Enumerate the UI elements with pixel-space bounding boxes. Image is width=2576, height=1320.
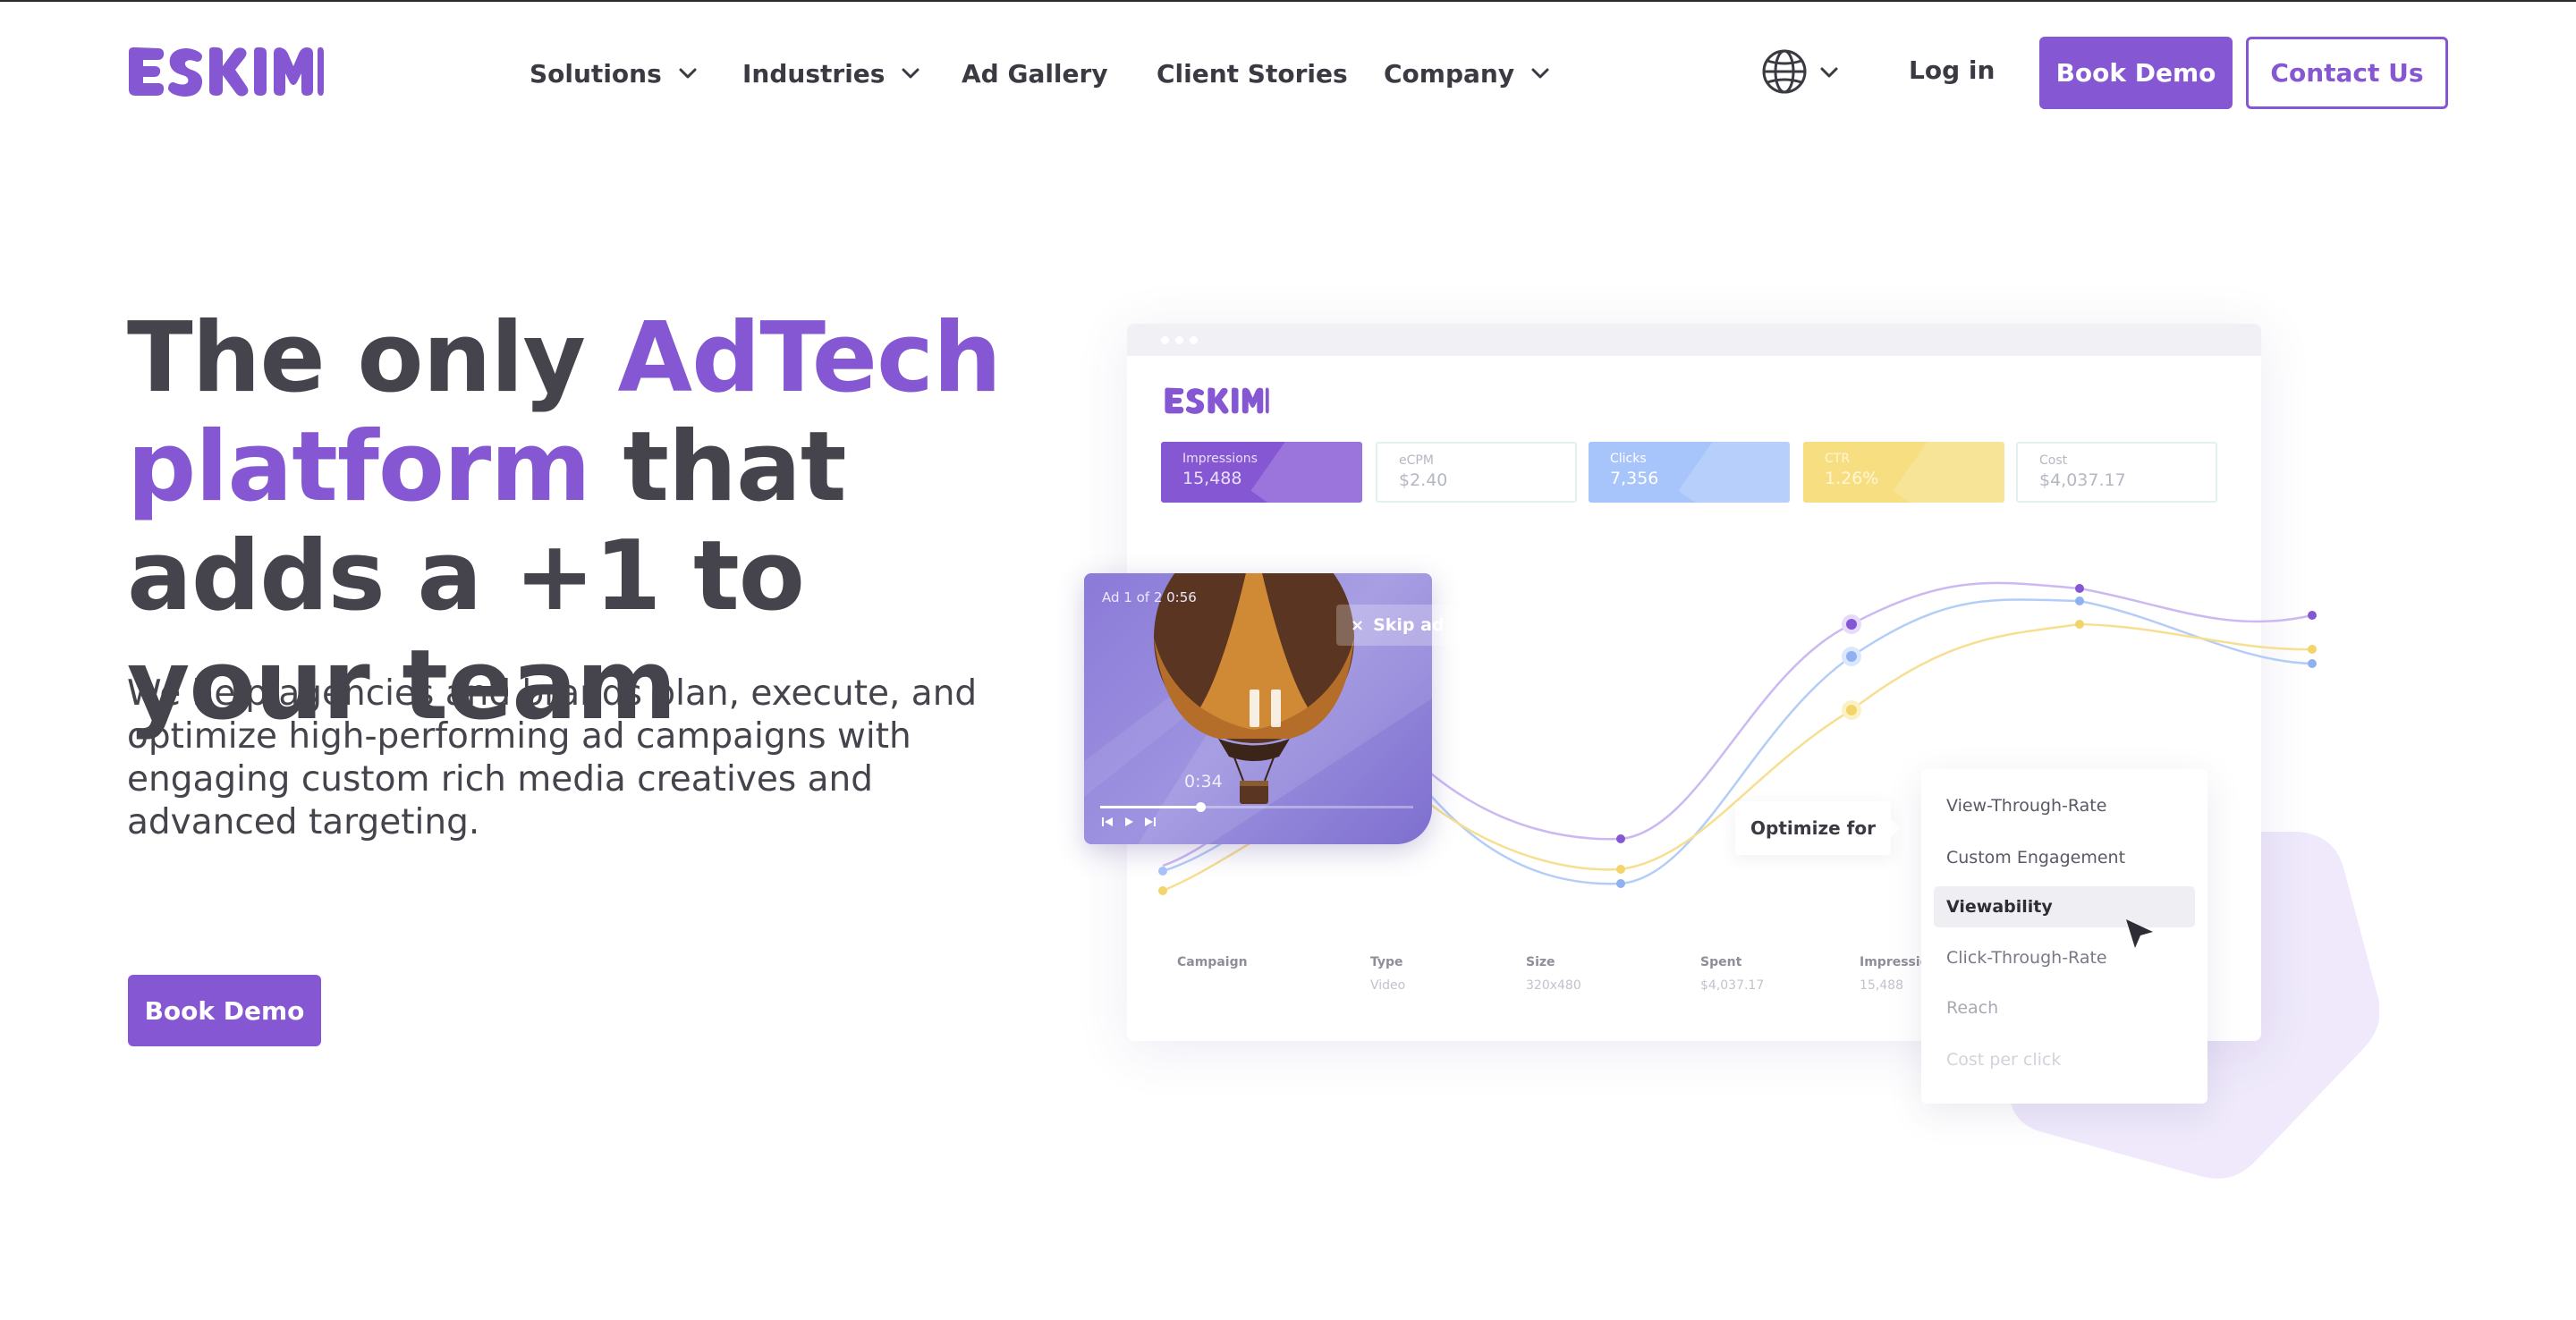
trend-point — [1846, 705, 1857, 715]
video-progress-knob[interactable] — [1196, 802, 1206, 812]
pause-icon[interactable] — [1250, 690, 1285, 727]
globe-icon[interactable] — [1760, 47, 1809, 96]
nav-client-stories[interactable]: Client Stories — [1157, 52, 1348, 95]
trend-point — [1616, 834, 1625, 843]
nav-company[interactable]: Company — [1384, 52, 1550, 95]
nav-ad-gallery-label: Ad Gallery — [962, 58, 1108, 89]
window-dot — [1175, 336, 1183, 344]
table-header-campaign: Campaign — [1177, 955, 1248, 969]
trend-point — [2075, 584, 2084, 593]
skip-back-icon[interactable] — [1100, 815, 1114, 829]
table-cell-spent: $4,037.17 — [1700, 978, 1765, 993]
headline-accent-2: platform — [127, 411, 591, 523]
video-progress-fill — [1100, 806, 1200, 808]
trend-point — [1158, 886, 1167, 895]
menu-item-view-through-rate[interactable]: View-Through-Rate — [1934, 785, 2195, 826]
trend-point — [2308, 645, 2317, 654]
hero-subtext: We help agencies and brands plan, execut… — [127, 673, 978, 842]
trend-point — [1158, 867, 1167, 876]
trend-point — [2075, 597, 2084, 605]
optimize-for-label: Optimize for — [1735, 801, 1900, 855]
nav-solutions-label: Solutions — [530, 58, 662, 89]
headline-text-1: The only — [127, 302, 618, 414]
table-cell-impressions: 15,488 — [1860, 978, 1903, 993]
eskimi-logo[interactable] — [127, 45, 324, 98]
stat-label: Cost — [2039, 453, 2068, 468]
stat-ecpm: eCPM $2.40 — [1376, 442, 1577, 503]
nav-client-stories-label: Client Stories — [1157, 58, 1348, 89]
window-dot — [1190, 336, 1198, 344]
window-bar — [1127, 324, 2261, 356]
video-timecode: 0:34 — [1184, 772, 1223, 791]
stat-cost: Cost $4,037.17 — [2016, 442, 2217, 503]
stat-label: eCPM — [1399, 453, 1434, 468]
trend-point — [1846, 619, 1857, 630]
menu-item-custom-engagement[interactable]: Custom Engagement — [1934, 837, 2195, 878]
trend-point — [2308, 659, 2317, 668]
menu-item-reach[interactable]: Reach — [1934, 987, 2195, 1028]
table-header-size: Size — [1526, 955, 1555, 969]
trend-point — [1846, 651, 1857, 662]
trend-point — [2308, 611, 2317, 620]
stat-value: $2.40 — [1399, 470, 1448, 490]
chevron-down-icon[interactable] — [1819, 63, 1839, 82]
nav-solutions[interactable]: Solutions — [530, 52, 698, 95]
contact-us-button[interactable]: Contact Us — [2246, 37, 2448, 109]
chevron-down-icon — [679, 68, 697, 79]
site-header: Solutions Industries Ad Gallery Client S… — [0, 0, 2576, 147]
close-icon: × — [1351, 615, 1365, 635]
stat-impressions: Impressions 15,488 — [1161, 442, 1362, 503]
ad-counter-label: Ad 1 of 2 0:56 — [1102, 589, 1197, 605]
stat-clicks: Clicks 7,356 — [1589, 442, 1790, 503]
window-dot — [1161, 336, 1169, 344]
trend-point — [2075, 620, 2084, 629]
optimize-dropdown-menu: View-Through-Rate Custom Engagement View… — [1921, 769, 2207, 1104]
login-link[interactable]: Log in — [1909, 55, 1995, 85]
table-header-spent: Spent — [1700, 955, 1742, 969]
video-progress-bar[interactable] — [1100, 802, 1413, 812]
headline-accent-1: AdTech — [617, 302, 1002, 414]
book-demo-button[interactable]: Book Demo — [2039, 37, 2233, 109]
menu-item-cost-per-click[interactable]: Cost per click — [1934, 1039, 2195, 1080]
stat-value: $4,037.17 — [2039, 470, 2126, 490]
stat-ctr: CTR 1.26% — [1803, 442, 2004, 503]
nav-industries-label: Industries — [742, 58, 886, 89]
skip-forward-icon[interactable] — [1143, 815, 1157, 829]
skip-ad-button[interactable]: × Skip ad — [1336, 605, 1454, 646]
dashboard-logo — [1165, 387, 1269, 414]
trend-point — [1616, 865, 1625, 874]
play-icon[interactable] — [1122, 815, 1136, 829]
table-cell-size: 320x480 — [1526, 978, 1581, 993]
nav-company-label: Company — [1384, 58, 1515, 89]
nav-ad-gallery[interactable]: Ad Gallery — [962, 52, 1108, 95]
chevron-down-icon — [902, 68, 919, 79]
table-header-type: Type — [1370, 955, 1403, 969]
chevron-down-icon — [1531, 68, 1549, 79]
hero-book-demo-button[interactable]: Book Demo — [128, 975, 321, 1046]
mouse-cursor-icon — [2126, 919, 2153, 948]
nav-industries[interactable]: Industries — [742, 52, 920, 95]
trend-point — [1616, 879, 1625, 888]
table-cell-type: Video — [1370, 978, 1406, 993]
skip-ad-label: Skip ad — [1373, 615, 1445, 635]
